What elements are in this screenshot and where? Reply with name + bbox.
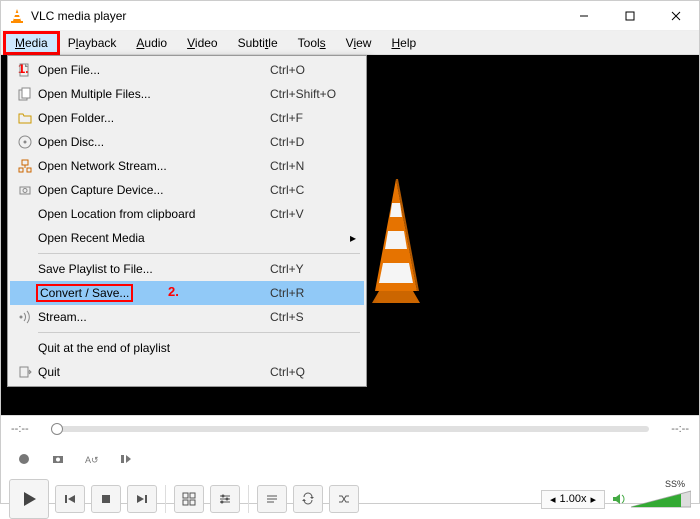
menu-open-network[interactable]: Open Network Stream... Ctrl+N — [10, 154, 364, 178]
playlist-button[interactable] — [257, 485, 287, 513]
snapshot-button[interactable] — [43, 445, 73, 473]
volume-percent: SS% — [665, 479, 685, 489]
menubar: Media Playback Audio Video Subtitle Tool… — [1, 31, 699, 55]
time-elapsed: --:-- — [11, 423, 43, 435]
menu-save-playlist[interactable]: Save Playlist to File... Ctrl+Y — [10, 257, 364, 281]
menu-open-disc[interactable]: Open Disc... Ctrl+D — [10, 130, 364, 154]
stream-icon — [14, 310, 36, 324]
window-title: VLC media player — [31, 9, 561, 23]
extended-settings-button[interactable] — [210, 485, 240, 513]
volume-control[interactable]: SS% — [611, 489, 691, 509]
stop-button[interactable] — [91, 485, 121, 513]
menu-media[interactable]: Media — [5, 33, 58, 53]
menu-audio[interactable]: Audio — [126, 33, 177, 53]
menu-quit-end[interactable]: Quit at the end of playlist — [10, 336, 364, 360]
folder-icon — [14, 111, 36, 125]
speed-indicator[interactable]: ◂ 1.00x ▸ — [541, 490, 605, 509]
menu-stream[interactable]: Stream... Ctrl+S — [10, 305, 364, 329]
prev-button[interactable] — [55, 485, 85, 513]
volume-slider[interactable]: SS% — [631, 489, 691, 509]
files-icon — [14, 87, 36, 101]
menu-video[interactable]: Video — [177, 33, 227, 53]
menu-tools[interactable]: Tools — [288, 33, 336, 53]
annotation-2: 2. — [168, 284, 179, 299]
submenu-arrow-icon: ▸ — [350, 231, 356, 245]
svg-text:A↺B: A↺B — [85, 455, 99, 465]
network-icon — [14, 159, 36, 173]
menu-open-recent[interactable]: Open Recent Media ▸ — [10, 226, 364, 250]
menu-open-file[interactable]: Open File... Ctrl+O — [10, 58, 364, 82]
speaker-icon[interactable] — [611, 491, 627, 507]
menu-playback[interactable]: Playback — [58, 33, 127, 53]
shuffle-button[interactable] — [329, 485, 359, 513]
disc-icon — [14, 135, 36, 149]
quit-icon — [14, 365, 36, 379]
menu-help[interactable]: Help — [381, 33, 426, 53]
media-dropdown: 1. Open File... Ctrl+O Open Multiple Fil… — [7, 55, 367, 387]
menu-separator — [38, 253, 360, 254]
close-button[interactable] — [653, 1, 699, 31]
fullscreen-button[interactable] — [174, 485, 204, 513]
titlebar: VLC media player — [1, 1, 699, 31]
capture-icon — [14, 183, 36, 197]
controls-bar: A↺B ◂ 1.00x ▸ SS% — [1, 441, 699, 497]
minimize-button[interactable] — [561, 1, 607, 31]
frame-step-button[interactable] — [111, 445, 141, 473]
seek-bar: --:-- --:-- — [1, 415, 699, 441]
divider — [165, 485, 166, 513]
menu-quit[interactable]: Quit Ctrl+Q — [10, 360, 364, 384]
vlc-cone-icon — [9, 8, 25, 24]
loop-button[interactable] — [293, 485, 323, 513]
file-icon — [14, 63, 36, 77]
menu-open-folder[interactable]: Open Folder... Ctrl+F — [10, 106, 364, 130]
time-total: --:-- — [657, 423, 689, 435]
menu-convert-save[interactable]: Convert / Save... 2. Ctrl+R — [10, 281, 364, 305]
menu-view[interactable]: View — [336, 33, 382, 53]
menu-open-clipboard[interactable]: Open Location from clipboard Ctrl+V — [10, 202, 364, 226]
next-button[interactable] — [127, 485, 157, 513]
seek-track[interactable] — [51, 426, 649, 432]
play-button[interactable] — [9, 479, 49, 519]
speed-value: 1.00x — [560, 493, 587, 505]
maximize-button[interactable] — [607, 1, 653, 31]
divider — [248, 485, 249, 513]
record-button[interactable] — [9, 445, 39, 473]
ab-loop-button[interactable]: A↺B — [77, 445, 107, 473]
menu-open-capture[interactable]: Open Capture Device... Ctrl+C — [10, 178, 364, 202]
menu-subtitle[interactable]: Subtitle — [228, 33, 288, 53]
window-buttons — [561, 1, 699, 30]
menu-open-multiple[interactable]: Open Multiple Files... Ctrl+Shift+O — [10, 82, 364, 106]
menu-separator — [38, 332, 360, 333]
seek-thumb[interactable] — [51, 423, 63, 435]
